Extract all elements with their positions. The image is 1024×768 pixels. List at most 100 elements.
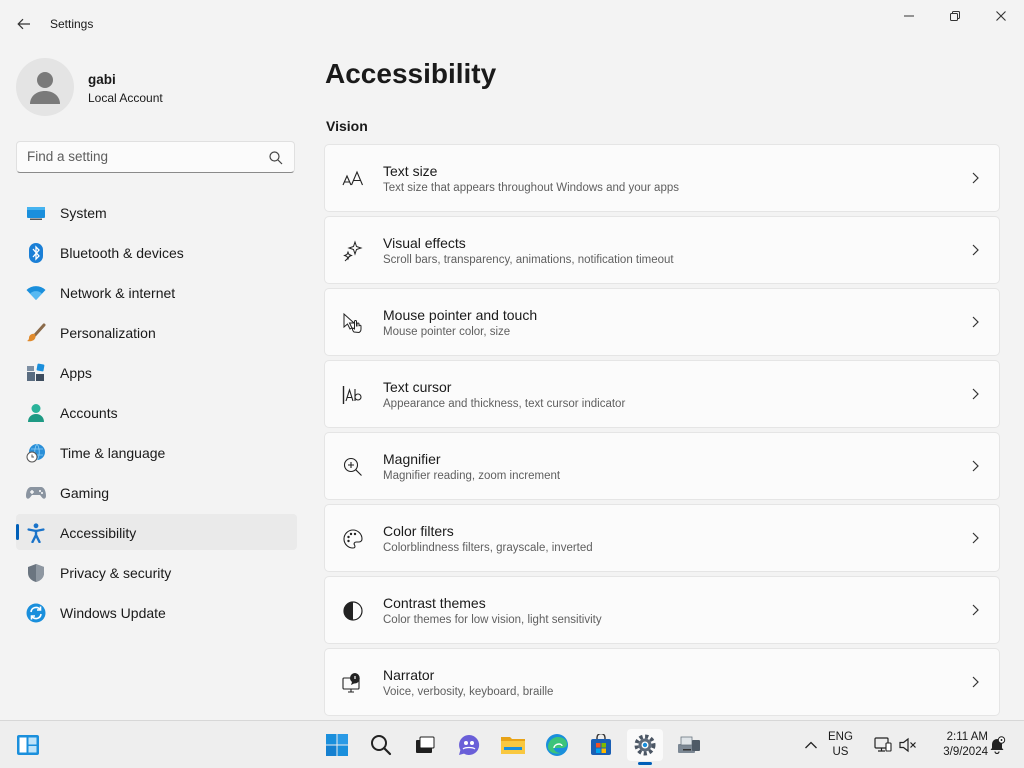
widgets-icon [17,735,39,755]
card-description: Color themes for low vision, light sensi… [383,614,602,626]
notifications-button[interactable] [986,734,1008,756]
store-button[interactable] [583,729,619,761]
clock[interactable]: 2:11 AM 3/9/2024 [924,730,988,760]
input-language-indicator[interactable]: ENG US [828,730,853,760]
speaker-muted-icon [899,737,916,753]
card-description: Scroll bars, transparency, animations, n… [383,254,674,266]
section-title-vision: Vision [326,118,368,134]
search-box[interactable] [16,141,295,173]
language-code: ENG [828,731,853,743]
wifi-icon [26,283,46,303]
sidebar-item-accessibility[interactable]: Accessibility [16,514,297,550]
sidebar-item-gaming[interactable]: Gaming [16,474,297,510]
sidebar-item-privacy-security[interactable]: Privacy & security [16,554,297,590]
card-title: Mouse pointer and touch [383,307,538,323]
start-button[interactable] [319,729,355,761]
sidebar-item-accounts[interactable]: Accounts [16,394,297,430]
chevron-up-icon [805,741,817,749]
accessibility-icon [26,523,46,543]
chat-icon [459,734,480,755]
sidebar-item-label: Gaming [60,485,110,501]
search-icon[interactable] [268,150,284,166]
sidebar-item-windows-update[interactable]: Windows Update [16,594,297,630]
close-button[interactable] [978,0,1024,32]
card-color-filters[interactable]: Color filters Colorblindness filters, gr… [324,504,1000,572]
text-size-icon [342,168,364,190]
edge-browser-icon [546,734,568,756]
chevron-right-icon [972,172,979,184]
sidebar-item-label: Privacy & security [60,565,172,581]
chevron-right-icon [972,244,979,256]
sidebar-item-network[interactable]: Network & internet [16,274,297,310]
card-description: Magnifier reading, zoom increment [383,470,561,482]
card-title: Text cursor [383,379,452,395]
search-input[interactable] [27,149,257,164]
sidebar-item-system[interactable]: System [16,194,297,230]
restore-button[interactable] [932,0,978,32]
volume-button[interactable] [897,734,919,756]
user-silhouette-icon [30,72,60,104]
card-contrast-themes[interactable]: Contrast themes Color themes for low vis… [324,576,1000,644]
sidebar-item-label: Accounts [60,405,118,421]
edge-button[interactable] [539,729,575,761]
file-explorer-button[interactable] [495,729,531,761]
card-title: Magnifier [383,451,441,467]
back-button[interactable] [10,12,38,36]
chat-button[interactable] [451,729,487,761]
network-status-button[interactable] [872,734,894,756]
title-bar: Settings [0,0,1024,48]
contrast-icon [342,600,364,622]
magnifier-icon [342,456,364,478]
palette-icon [342,528,364,550]
card-narrator[interactable]: Narrator Voice, verbosity, keyboard, bra… [324,648,1000,716]
avatar[interactable] [16,58,74,116]
close-icon [996,11,1006,21]
sidebar-item-personalization[interactable]: Personalization [16,314,297,350]
sidebar-item-label: System [60,205,107,221]
clock-date: 3/9/2024 [943,746,988,758]
sidebar-item-label: Accessibility [60,525,137,541]
sparkle-icon [342,240,364,262]
search-taskbar-button[interactable] [363,729,399,761]
shield-icon [26,563,46,583]
remote-app-button[interactable] [671,729,707,761]
user-name: gabi [88,72,116,87]
globe-clock-icon [26,443,46,463]
card-magnifier[interactable]: Magnifier Magnifier reading, zoom increm… [324,432,1000,500]
sidebar-item-label: Network & internet [60,285,176,301]
taskbar: ENG US 2:11 AM 3/9/2024 [0,720,1024,768]
update-icon [26,603,46,623]
network-monitor-icon [874,737,892,752]
card-description: Colorblindness filters, grayscale, inver… [383,542,593,554]
card-title: Contrast themes [383,595,486,611]
sidebar-item-time-language[interactable]: Time & language [16,434,297,470]
store-icon [591,734,611,755]
gamepad-icon [26,483,46,503]
chevron-right-icon [972,676,979,688]
app-title: Settings [50,17,94,31]
show-hidden-icons-button[interactable] [800,734,822,756]
windows-logo-icon [326,734,348,756]
card-text-cursor[interactable]: Text cursor Appearance and thickness, te… [324,360,1000,428]
paintbrush-icon [26,323,46,343]
page-title: Accessibility [325,58,497,89]
card-mouse-pointer-touch[interactable]: Mouse pointer and touch Mouse pointer co… [324,288,1000,356]
printer-computer-icon [678,736,700,753]
search-icon [371,735,392,756]
settings-card-list: Text size Text size that appears through… [324,144,1000,720]
sidebar-item-label: Apps [60,365,92,381]
language-region: US [832,746,849,758]
minimize-button[interactable] [886,0,932,32]
sidebar-item-apps[interactable]: Apps [16,354,297,390]
card-title: Visual effects [383,235,466,251]
settings-taskbar-button[interactable] [627,729,663,765]
card-visual-effects[interactable]: Visual effects Scroll bars, transparency… [324,216,1000,284]
sidebar-item-label: Bluetooth & devices [60,245,184,261]
task-view-button[interactable] [407,729,443,761]
card-text-size[interactable]: Text size Text size that appears through… [324,144,1000,212]
chevron-right-icon [972,316,979,328]
card-title: Color filters [383,523,454,539]
widgets-button[interactable] [10,729,46,761]
sidebar-item-bluetooth[interactable]: Bluetooth & devices [16,234,297,270]
pointer-touch-icon [342,312,364,334]
